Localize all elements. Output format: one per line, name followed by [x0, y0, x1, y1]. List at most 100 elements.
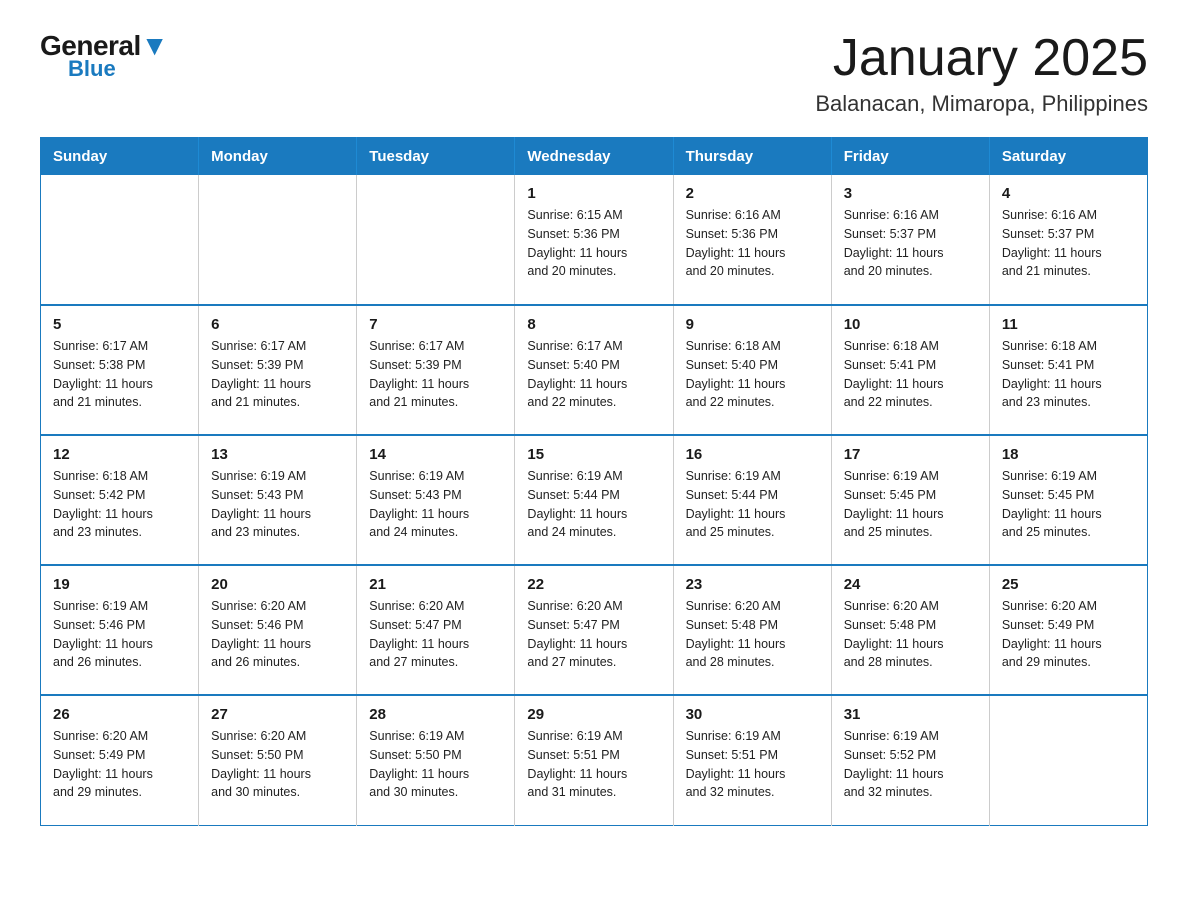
day-info: Sunrise: 6:17 AMSunset: 5:40 PMDaylight:… [527, 337, 660, 412]
day-info: Sunrise: 6:19 AMSunset: 5:51 PMDaylight:… [686, 727, 819, 802]
calendar-cell: 24 Sunrise: 6:20 AMSunset: 5:48 PMDayligh… [831, 565, 989, 695]
day-number: 5 [53, 316, 186, 333]
calendar-cell: 14 Sunrise: 6:19 AMSunset: 5:43 PMDayligh… [357, 435, 515, 565]
day-info: Sunrise: 6:18 AMSunset: 5:40 PMDaylight:… [686, 337, 819, 412]
calendar-cell [199, 175, 357, 305]
day-number: 14 [369, 446, 502, 463]
day-number: 29 [527, 706, 660, 723]
calendar-week-row: 1 Sunrise: 6:15 AMSunset: 5:36 PMDaylight… [41, 175, 1148, 305]
calendar-day-header-sunday: Sunday [41, 138, 199, 176]
calendar-cell: 4 Sunrise: 6:16 AMSunset: 5:37 PMDaylight… [989, 175, 1147, 305]
calendar-cell: 1 Sunrise: 6:15 AMSunset: 5:36 PMDaylight… [515, 175, 673, 305]
day-info: Sunrise: 6:18 AMSunset: 5:41 PMDaylight:… [1002, 337, 1135, 412]
calendar-cell: 9 Sunrise: 6:18 AMSunset: 5:40 PMDaylight… [673, 305, 831, 435]
calendar-cell: 27 Sunrise: 6:20 AMSunset: 5:50 PMDayligh… [199, 695, 357, 825]
month-title: January 2025 [815, 30, 1148, 87]
day-number: 16 [686, 446, 819, 463]
calendar-cell: 17Sunrise: 6:19 AMSunset: 5:45 PMDayligh… [831, 435, 989, 565]
day-info: Sunrise: 6:16 AMSunset: 5:36 PMDaylight:… [686, 206, 819, 281]
calendar-header-row: SundayMondayTuesdayWednesdayThursdayFrid… [41, 138, 1148, 176]
day-number: 10 [844, 316, 977, 333]
day-number: 25 [1002, 576, 1135, 593]
calendar-cell: 21 Sunrise: 6:20 AMSunset: 5:47 PMDayligh… [357, 565, 515, 695]
calendar-cell: 16 Sunrise: 6:19 AMSunset: 5:44 PMDayligh… [673, 435, 831, 565]
logo: General▼ Blue [40, 30, 168, 82]
day-info: Sunrise: 6:20 AMSunset: 5:48 PMDaylight:… [844, 597, 977, 672]
day-number: 1 [527, 185, 660, 202]
day-number: 23 [686, 576, 819, 593]
calendar-week-row: 26Sunrise: 6:20 AMSunset: 5:49 PMDayligh… [41, 695, 1148, 825]
calendar-week-row: 12 Sunrise: 6:18 AMSunset: 5:42 PMDayligh… [41, 435, 1148, 565]
calendar-cell: 23Sunrise: 6:20 AMSunset: 5:48 PMDayligh… [673, 565, 831, 695]
day-number: 24 [844, 576, 977, 593]
day-number: 4 [1002, 185, 1135, 202]
calendar-cell: 15Sunrise: 6:19 AMSunset: 5:44 PMDayligh… [515, 435, 673, 565]
calendar-cell: 8 Sunrise: 6:17 AMSunset: 5:40 PMDaylight… [515, 305, 673, 435]
page-header: General▼ Blue January 2025 Balanacan, Mi… [40, 30, 1148, 117]
day-number: 13 [211, 446, 344, 463]
day-info: Sunrise: 6:20 AMSunset: 5:50 PMDaylight:… [211, 727, 344, 802]
day-number: 11 [1002, 316, 1135, 333]
day-number: 26 [53, 706, 186, 723]
calendar-cell: 12 Sunrise: 6:18 AMSunset: 5:42 PMDayligh… [41, 435, 199, 565]
calendar-cell [357, 175, 515, 305]
calendar-cell: 31 Sunrise: 6:19 AMSunset: 5:52 PMDayligh… [831, 695, 989, 825]
location-text: Balanacan, Mimaropa, Philippines [815, 91, 1148, 117]
day-info: Sunrise: 6:18 AMSunset: 5:42 PMDaylight:… [53, 467, 186, 542]
day-info: Sunrise: 6:19 AMSunset: 5:43 PMDaylight:… [369, 467, 502, 542]
day-number: 19 [53, 576, 186, 593]
day-number: 31 [844, 706, 977, 723]
day-info: Sunrise: 6:20 AMSunset: 5:46 PMDaylight:… [211, 597, 344, 672]
day-info: Sunrise: 6:17 AMSunset: 5:39 PMDaylight:… [369, 337, 502, 412]
logo-arrow-icon: ▼ [141, 30, 168, 61]
calendar-cell: 28 Sunrise: 6:19 AMSunset: 5:50 PMDayligh… [357, 695, 515, 825]
calendar-cell: 30Sunrise: 6:19 AMSunset: 5:51 PMDayligh… [673, 695, 831, 825]
calendar-cell: 26Sunrise: 6:20 AMSunset: 5:49 PMDayligh… [41, 695, 199, 825]
calendar-cell [989, 695, 1147, 825]
day-number: 2 [686, 185, 819, 202]
calendar-week-row: 5Sunrise: 6:17 AMSunset: 5:38 PMDaylight… [41, 305, 1148, 435]
day-info: Sunrise: 6:15 AMSunset: 5:36 PMDaylight:… [527, 206, 660, 281]
day-number: 18 [1002, 446, 1135, 463]
calendar-cell: 2 Sunrise: 6:16 AMSunset: 5:36 PMDaylight… [673, 175, 831, 305]
day-info: Sunrise: 6:18 AMSunset: 5:41 PMDaylight:… [844, 337, 977, 412]
calendar-table: SundayMondayTuesdayWednesdayThursdayFrid… [40, 137, 1148, 826]
day-info: Sunrise: 6:19 AMSunset: 5:44 PMDaylight:… [686, 467, 819, 542]
calendar-day-header-thursday: Thursday [673, 138, 831, 176]
day-number: 7 [369, 316, 502, 333]
day-number: 9 [686, 316, 819, 333]
calendar-cell: 29 Sunrise: 6:19 AMSunset: 5:51 PMDayligh… [515, 695, 673, 825]
day-number: 6 [211, 316, 344, 333]
day-info: Sunrise: 6:20 AMSunset: 5:49 PMDaylight:… [1002, 597, 1135, 672]
calendar-day-header-wednesday: Wednesday [515, 138, 673, 176]
calendar-cell: 25 Sunrise: 6:20 AMSunset: 5:49 PMDayligh… [989, 565, 1147, 695]
day-info: Sunrise: 6:19 AMSunset: 5:50 PMDaylight:… [369, 727, 502, 802]
calendar-cell: 5Sunrise: 6:17 AMSunset: 5:38 PMDaylight… [41, 305, 199, 435]
day-info: Sunrise: 6:16 AMSunset: 5:37 PMDaylight:… [1002, 206, 1135, 281]
day-info: Sunrise: 6:19 AMSunset: 5:52 PMDaylight:… [844, 727, 977, 802]
day-info: Sunrise: 6:19 AMSunset: 5:45 PMDaylight:… [1002, 467, 1135, 542]
day-info: Sunrise: 6:19 AMSunset: 5:51 PMDaylight:… [527, 727, 660, 802]
calendar-cell: 13 Sunrise: 6:19 AMSunset: 5:43 PMDayligh… [199, 435, 357, 565]
calendar-cell: 22Sunrise: 6:20 AMSunset: 5:47 PMDayligh… [515, 565, 673, 695]
day-number: 27 [211, 706, 344, 723]
day-number: 28 [369, 706, 502, 723]
calendar-cell: 19 Sunrise: 6:19 AMSunset: 5:46 PMDayligh… [41, 565, 199, 695]
logo-blue-text: Blue [68, 56, 116, 82]
day-info: Sunrise: 6:19 AMSunset: 5:45 PMDaylight:… [844, 467, 977, 542]
day-info: Sunrise: 6:19 AMSunset: 5:46 PMDaylight:… [53, 597, 186, 672]
day-number: 8 [527, 316, 660, 333]
day-number: 21 [369, 576, 502, 593]
calendar-cell: 3Sunrise: 6:16 AMSunset: 5:37 PMDaylight… [831, 175, 989, 305]
day-info: Sunrise: 6:20 AMSunset: 5:47 PMDaylight:… [527, 597, 660, 672]
day-info: Sunrise: 6:19 AMSunset: 5:43 PMDaylight:… [211, 467, 344, 542]
day-number: 15 [527, 446, 660, 463]
day-number: 12 [53, 446, 186, 463]
calendar-cell [41, 175, 199, 305]
day-number: 20 [211, 576, 344, 593]
calendar-day-header-monday: Monday [199, 138, 357, 176]
calendar-cell: 11 Sunrise: 6:18 AMSunset: 5:41 PMDayligh… [989, 305, 1147, 435]
day-number: 3 [844, 185, 977, 202]
day-info: Sunrise: 6:20 AMSunset: 5:47 PMDaylight:… [369, 597, 502, 672]
calendar-cell: 7 Sunrise: 6:17 AMSunset: 5:39 PMDaylight… [357, 305, 515, 435]
